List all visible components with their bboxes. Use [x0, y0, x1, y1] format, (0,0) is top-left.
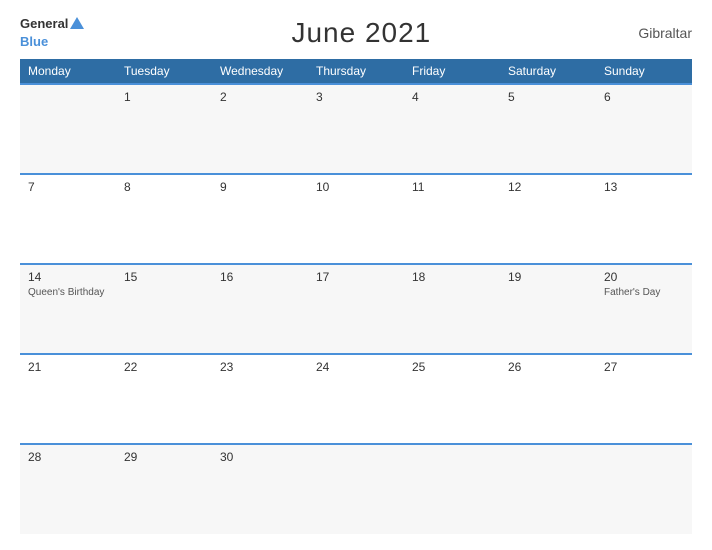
day-number: 8 [124, 180, 204, 194]
calendar-cell: 12 [500, 174, 596, 264]
day-number: 16 [220, 270, 300, 284]
event-label: Father's Day [604, 286, 684, 299]
header: General Blue June 2021 Gibraltar [20, 16, 692, 51]
calendar-cell: 9 [212, 174, 308, 264]
logo-blue-text: Blue [20, 34, 48, 49]
calendar-cell: 11 [404, 174, 500, 264]
calendar-cell: 26 [500, 354, 596, 444]
day-number: 7 [28, 180, 108, 194]
day-number: 21 [28, 360, 108, 374]
logo-general-text: General [20, 16, 68, 32]
day-number: 23 [220, 360, 300, 374]
calendar-cell: 21 [20, 354, 116, 444]
col-thursday: Thursday [308, 59, 404, 84]
calendar-cell [596, 444, 692, 534]
calendar-cell: 19 [500, 264, 596, 354]
calendar-cell: 6 [596, 84, 692, 174]
day-number: 15 [124, 270, 204, 284]
day-number: 20 [604, 270, 684, 284]
calendar-cell: 8 [116, 174, 212, 264]
day-number: 30 [220, 450, 300, 464]
calendar-cell: 29 [116, 444, 212, 534]
day-number: 10 [316, 180, 396, 194]
calendar-week-row: 14 Queen's Birthday 15 16 17 18 19 20 Father's D… [20, 264, 692, 354]
calendar-table: Monday Tuesday Wednesday Thursday Friday… [20, 59, 692, 534]
calendar-cell: 23 [212, 354, 308, 444]
day-number: 5 [508, 90, 588, 104]
day-number: 9 [220, 180, 300, 194]
calendar-week-row: 1 2 3 4 5 6 [20, 84, 692, 174]
logo-triangle-icon [70, 17, 84, 29]
day-number: 6 [604, 90, 684, 104]
col-saturday: Saturday [500, 59, 596, 84]
calendar-cell: 17 [308, 264, 404, 354]
col-wednesday: Wednesday [212, 59, 308, 84]
day-number: 11 [412, 180, 492, 194]
calendar-cell [404, 444, 500, 534]
day-number: 17 [316, 270, 396, 284]
calendar-cell [20, 84, 116, 174]
calendar-cell [500, 444, 596, 534]
day-number: 19 [508, 270, 588, 284]
calendar-cell: 25 [404, 354, 500, 444]
day-number: 29 [124, 450, 204, 464]
day-number: 12 [508, 180, 588, 194]
calendar-cell [308, 444, 404, 534]
day-number: 18 [412, 270, 492, 284]
calendar-cell: 22 [116, 354, 212, 444]
col-friday: Friday [404, 59, 500, 84]
calendar-cell: 18 [404, 264, 500, 354]
calendar-week-row: 28 29 30 [20, 444, 692, 534]
col-monday: Monday [20, 59, 116, 84]
calendar-cell: 27 [596, 354, 692, 444]
calendar-cell: 7 [20, 174, 116, 264]
day-number: 1 [124, 90, 204, 104]
day-number: 4 [412, 90, 492, 104]
day-number: 25 [412, 360, 492, 374]
calendar-cell: 16 [212, 264, 308, 354]
event-label: Queen's Birthday [28, 286, 108, 299]
day-number: 14 [28, 270, 108, 284]
calendar-cell: 28 [20, 444, 116, 534]
calendar-week-row: 7 8 9 10 11 12 13 [20, 174, 692, 264]
calendar-cell: 24 [308, 354, 404, 444]
calendar-cell: 3 [308, 84, 404, 174]
calendar-header-row: Monday Tuesday Wednesday Thursday Friday… [20, 59, 692, 84]
logo: General Blue [20, 16, 84, 51]
day-number: 28 [28, 450, 108, 464]
calendar-cell: 13 [596, 174, 692, 264]
col-sunday: Sunday [596, 59, 692, 84]
calendar-cell: 4 [404, 84, 500, 174]
calendar-week-row: 21 22 23 24 25 26 27 [20, 354, 692, 444]
day-number: 3 [316, 90, 396, 104]
day-number: 22 [124, 360, 204, 374]
calendar-cell: 14 Queen's Birthday [20, 264, 116, 354]
location-label: Gibraltar [638, 25, 692, 41]
day-number: 13 [604, 180, 684, 194]
calendar-cell: 5 [500, 84, 596, 174]
month-title: June 2021 [291, 17, 431, 49]
day-number: 27 [604, 360, 684, 374]
calendar-cell: 30 [212, 444, 308, 534]
calendar-cell: 15 [116, 264, 212, 354]
day-number: 26 [508, 360, 588, 374]
day-number: 24 [316, 360, 396, 374]
col-tuesday: Tuesday [116, 59, 212, 84]
calendar-cell: 20 Father's Day [596, 264, 692, 354]
calendar-cell: 1 [116, 84, 212, 174]
calendar-cell: 2 [212, 84, 308, 174]
calendar-cell: 10 [308, 174, 404, 264]
day-number: 2 [220, 90, 300, 104]
